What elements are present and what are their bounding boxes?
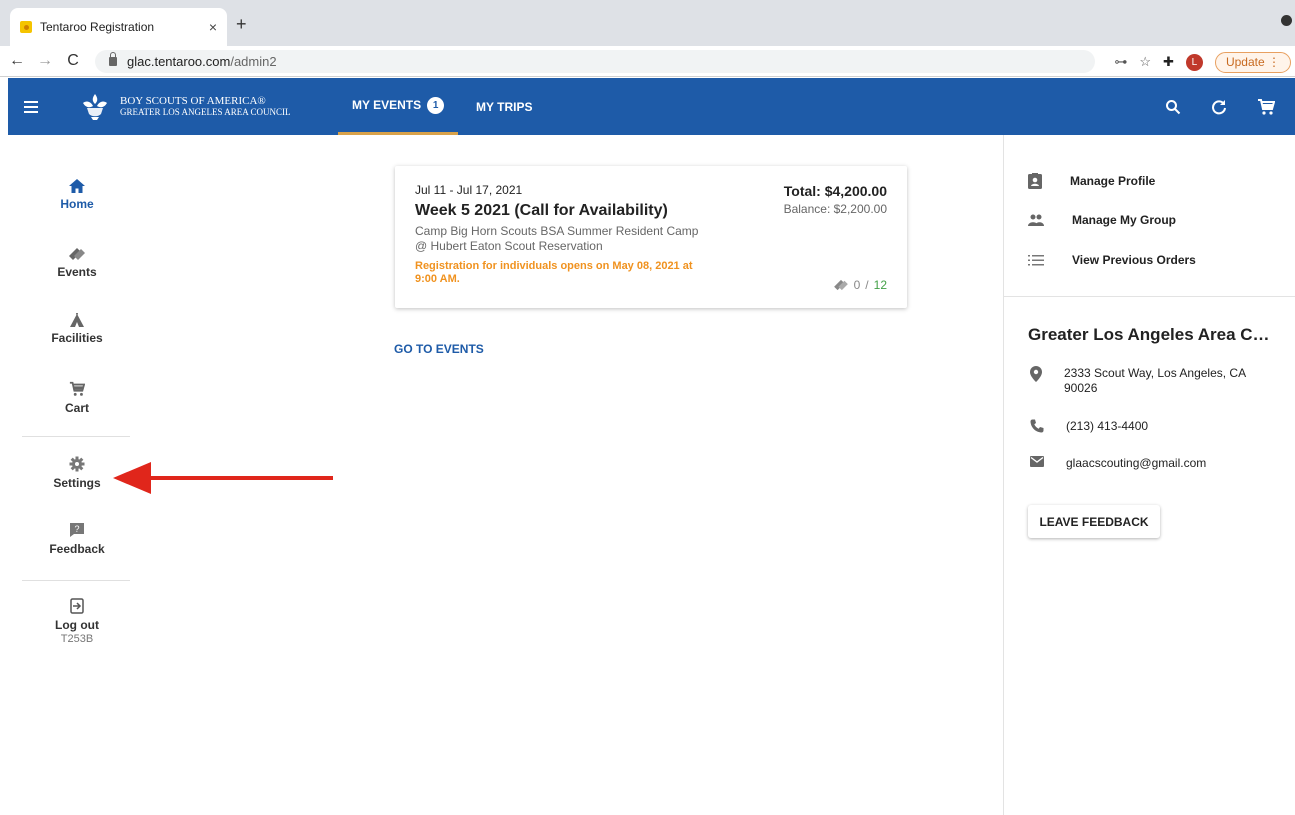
cart-icon <box>69 381 85 396</box>
event-camp: Camp Big Horn Scouts BSA Summer Resident… <box>415 224 698 254</box>
url-host: glac.tentaroo.com <box>127 54 231 69</box>
sidebar-divider <box>22 580 130 581</box>
tab-my-events[interactable]: MY EVENTS 1 <box>338 78 459 135</box>
registration-notice: Registration for individuals opens on Ma… <box>415 260 693 285</box>
reload-icon[interactable]: C <box>62 52 84 70</box>
address-line1: 2333 Scout Way, Los Angeles, CA <box>1064 366 1247 380</box>
star-icon[interactable]: ☆ <box>1139 54 1151 70</box>
event-dates: Jul 11 - Jul 17, 2021 <box>415 183 523 197</box>
menu-icon[interactable] <box>8 100 54 113</box>
event-camp-location: @ Hubert Eaton Scout Reservation <box>415 239 603 253</box>
sidebar-item-label: Events <box>57 265 97 279</box>
search-icon[interactable] <box>1165 99 1181 115</box>
tickets-icon <box>833 279 848 291</box>
org-name-line1: BOY SCOUTS OF AMERICA® <box>120 94 266 107</box>
right-panel-divider <box>1004 296 1295 297</box>
right-panel: Manage Profile Manage My Group View Prev… <box>1003 135 1295 815</box>
annotation-arrow-icon <box>113 462 333 494</box>
location-pin-icon <box>1030 366 1042 382</box>
sidebar-item-logout[interactable]: Log out T253B <box>22 598 132 645</box>
phone-icon <box>1030 419 1044 433</box>
manage-group-link[interactable]: Manage My Group <box>1028 213 1176 227</box>
sidebar-item-label: Facilities <box>51 331 103 345</box>
update-button[interactable]: Update ⋮ <box>1214 51 1291 73</box>
browser-menu-dot-icon[interactable] <box>1281 15 1292 26</box>
logout-icon <box>70 598 84 614</box>
sidebar-divider <box>22 436 130 437</box>
tab-my-events-label: MY EVENTS <box>352 98 422 112</box>
manage-profile-link[interactable]: Manage Profile <box>1028 173 1155 189</box>
phone-number: (213) 413-4400 <box>1066 419 1149 433</box>
view-orders-link[interactable]: View Previous Orders <box>1028 253 1196 267</box>
org-name[interactable]: BOY SCOUTS OF AMERICA® GREATER LOS ANGEL… <box>120 94 291 118</box>
sidebar-item-label: Home <box>60 197 94 211</box>
address-bar[interactable]: glac.tentaroo.com/admin2 <box>95 50 1095 73</box>
sidebar-item-facilities[interactable]: Facilities <box>22 313 132 345</box>
sidebar-item-home[interactable]: Home <box>22 179 132 211</box>
refresh-icon[interactable] <box>1211 99 1227 115</box>
email-address: glaacscouting@gmail.com <box>1066 456 1207 470</box>
council-address: 2333 Scout Way, Los Angeles, CA 90026 <box>1030 366 1246 396</box>
sidebar-item-label: Cart <box>64 401 89 415</box>
registration-count: 0 / 12 <box>833 278 887 292</box>
browser-tab-title: Tentaroo Registration <box>40 20 155 34</box>
home-icon <box>69 179 85 193</box>
favicon-icon <box>20 21 32 33</box>
update-label: Update <box>1225 55 1265 69</box>
sidebar-item-feedback[interactable]: ? Feedback <box>22 522 132 556</box>
sidebar-item-cart[interactable]: Cart <box>22 381 132 415</box>
profile-avatar[interactable]: L <box>1185 53 1203 71</box>
tab-my-trips-label: MY TRIPS <box>476 99 533 114</box>
sidebar-item-events[interactable]: Events <box>22 247 132 279</box>
council-email[interactable]: glaacscouting@gmail.com <box>1030 456 1206 471</box>
new-tab-button[interactable]: + <box>236 14 247 35</box>
url-path: /admin2 <box>230 54 277 69</box>
app-header: BOY SCOUTS OF AMERICA® GREATER LOS ANGEL… <box>8 78 1295 135</box>
capacity-count: 12 <box>873 278 887 292</box>
manage-profile-label: Manage Profile <box>1070 174 1156 188</box>
back-icon[interactable]: ← <box>6 52 28 70</box>
address-line2: 90026 <box>1064 381 1098 395</box>
group-icon <box>1028 214 1044 226</box>
council-name: Greater Los Angeles Area C… <box>1028 325 1270 344</box>
tab-my-trips[interactable]: MY TRIPS <box>476 78 532 135</box>
gear-icon <box>69 456 85 472</box>
bsa-logo-icon[interactable] <box>78 90 112 124</box>
event-card[interactable]: Jul 11 - Jul 17, 2021 Week 5 2021 (Call … <box>395 166 907 308</box>
registered-count: 0 <box>853 278 861 292</box>
count-separator: / <box>865 278 869 292</box>
sidebar-item-label: Feedback <box>49 542 105 556</box>
leave-feedback-button[interactable]: LEAVE FEEDBACK <box>1028 505 1160 538</box>
sidebar-item-label: Log out <box>55 618 99 632</box>
feedback-icon: ? <box>70 523 84 537</box>
view-orders-label: View Previous Orders <box>1072 253 1196 267</box>
email-icon <box>1030 456 1044 467</box>
user-id: T253B <box>60 633 94 645</box>
go-to-events-link[interactable]: GO TO EVENTS <box>394 342 484 356</box>
event-count-badge: 1 <box>427 96 445 114</box>
forward-icon[interactable]: → <box>34 52 56 70</box>
tab-close-icon[interactable]: × <box>209 19 217 35</box>
org-name-line2: GREATER LOS ANGELES AREA COUNCIL <box>120 106 291 117</box>
event-total: Total: $4,200.00 <box>783 183 887 199</box>
council-phone[interactable]: (213) 413-4400 <box>1030 419 1148 434</box>
tent-icon <box>70 313 84 327</box>
list-icon <box>1028 255 1044 266</box>
key-icon[interactable]: ⊶ <box>1114 54 1127 70</box>
extensions-puzzle-icon[interactable]: ✚ <box>1163 54 1174 70</box>
event-camp-name: Camp Big Horn Scouts BSA Summer Resident… <box>415 224 699 238</box>
tickets-icon <box>69 248 85 260</box>
svg-text:?: ? <box>74 524 79 534</box>
lock-icon <box>109 52 117 66</box>
browser-tab-bar: Tentaroo Registration × + <box>0 0 1295 46</box>
cart-icon[interactable] <box>1257 98 1275 116</box>
manage-group-label: Manage My Group <box>1072 213 1177 227</box>
event-title[interactable]: Week 5 2021 (Call for Availability) <box>415 202 668 220</box>
browser-tab[interactable]: Tentaroo Registration × <box>10 8 227 46</box>
browser-toolbar: ← → C glac.tentaroo.com/admin2 ⊶ ☆ ✚ L U… <box>0 46 1295 77</box>
profile-card-icon <box>1028 173 1042 189</box>
event-balance: Balance: $2,200.00 <box>783 202 887 216</box>
